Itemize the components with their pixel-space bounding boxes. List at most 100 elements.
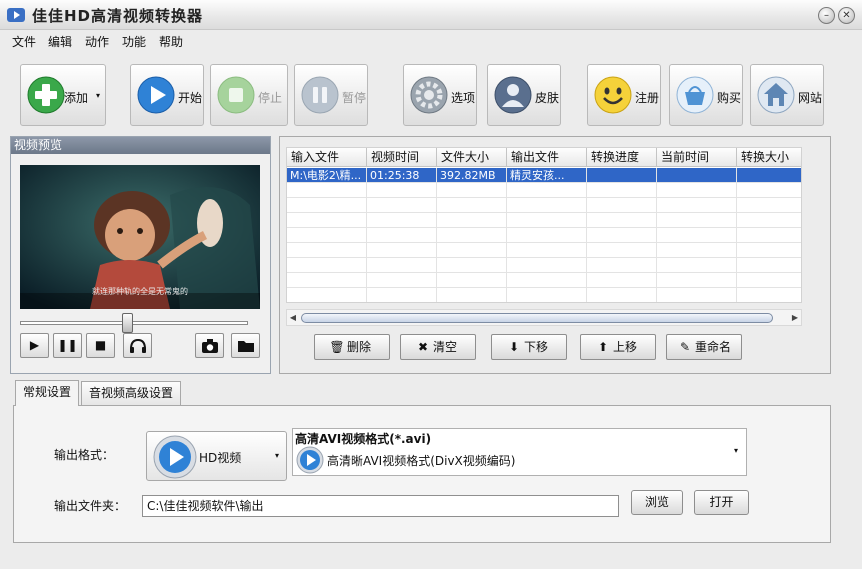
table-cell xyxy=(657,288,737,302)
table-cell xyxy=(367,258,437,273)
table-cell xyxy=(507,258,587,273)
start-button[interactable]: 开始 xyxy=(130,64,204,126)
snapshot-button[interactable] xyxy=(195,333,224,358)
table-cell xyxy=(287,183,367,198)
open-folder-button[interactable] xyxy=(231,333,260,358)
table-cell xyxy=(737,228,801,243)
column-header[interactable]: 当前时间 xyxy=(657,148,737,167)
stop-preview-button[interactable]: ■ xyxy=(86,333,115,358)
video-preview-panel: 视频预览 就连那种轨的全是无常鬼的 ▶ ❚❚ ■ xyxy=(10,136,271,374)
menu-file[interactable]: 文件 xyxy=(12,33,36,50)
seek-bar[interactable] xyxy=(20,321,248,325)
menu-function[interactable]: 功能 xyxy=(122,33,146,50)
table-cell xyxy=(437,258,507,273)
buy-button[interactable]: 购买 xyxy=(669,64,743,126)
window-title: 佳佳HD高清视频转换器 xyxy=(32,7,204,25)
gear-icon xyxy=(410,76,448,114)
table-cell xyxy=(737,168,801,183)
table-cell xyxy=(287,288,367,302)
format-title: 高清AVI视频格式(*.avi) xyxy=(295,432,432,446)
open-button[interactable]: 打开 xyxy=(694,490,749,515)
table-cell xyxy=(507,228,587,243)
format-detail-select[interactable]: 高清AVI视频格式(*.avi) 高清晰AVI视频格式(DivX视频编码) ▾ xyxy=(292,428,747,476)
stop-button[interactable]: 停止 xyxy=(210,64,288,126)
folder-icon xyxy=(237,341,254,352)
column-header[interactable]: 视频时间 xyxy=(367,148,437,167)
column-header[interactable]: 输入文件 xyxy=(287,148,367,167)
column-header[interactable]: 文件大小 xyxy=(437,148,507,167)
table-cell xyxy=(737,273,801,288)
stop-icon: ■ xyxy=(94,338,107,352)
table-cell xyxy=(367,198,437,213)
seek-thumb[interactable] xyxy=(121,313,133,333)
pause-icon: ❚❚ xyxy=(57,338,78,352)
options-button[interactable]: 选项 xyxy=(403,64,477,126)
horizontal-scrollbar[interactable]: ◀ ▶ xyxy=(286,309,802,326)
website-button[interactable]: 网站 xyxy=(750,64,824,126)
minimize-button[interactable]: – xyxy=(818,7,835,24)
table-cell xyxy=(657,213,737,228)
play-button[interactable]: ▶ xyxy=(20,333,49,358)
table-cell xyxy=(287,228,367,243)
move-up-button[interactable]: ⬆ 上移 xyxy=(580,334,656,360)
table-cell: 392.82MB xyxy=(437,168,507,183)
table-cell xyxy=(737,198,801,213)
video-screen[interactable]: 就连那种轨的全是无常鬼的 xyxy=(20,165,260,309)
table-row-empty xyxy=(287,198,801,213)
table-cell xyxy=(437,213,507,228)
scroll-right-icon[interactable]: ▶ xyxy=(789,310,801,325)
table-cell xyxy=(507,273,587,288)
file-table[interactable]: 输入文件 视频时间 文件大小 输出文件 转换进度 当前时间 转换大小 M:\电影… xyxy=(286,147,802,303)
table-cell xyxy=(287,258,367,273)
table-cell xyxy=(587,213,657,228)
tab-advanced-settings[interactable]: 音视频高级设置 xyxy=(81,381,181,405)
column-header[interactable]: 输出文件 xyxy=(507,148,587,167)
trash-icon: 🗑 xyxy=(329,340,345,354)
skin-button[interactable]: 皮肤 xyxy=(487,64,561,126)
table-cell xyxy=(657,273,737,288)
home-icon xyxy=(757,76,795,114)
register-button[interactable]: 注册 xyxy=(587,64,661,126)
chevron-down-icon: ▾ xyxy=(275,451,280,460)
video-frame-image: 就连那种轨的全是无常鬼的 xyxy=(20,165,260,309)
stop-icon xyxy=(217,76,255,114)
table-row-empty xyxy=(287,273,801,288)
add-button[interactable]: 添加 ▾ xyxy=(20,64,106,126)
pause-preview-button[interactable]: ❚❚ xyxy=(53,333,82,358)
chevron-down-icon: ▾ xyxy=(96,91,101,100)
app-icon xyxy=(7,8,25,22)
table-cell xyxy=(737,183,801,198)
table-cell xyxy=(367,273,437,288)
table-cell xyxy=(507,213,587,228)
table-cell xyxy=(507,183,587,198)
close-button[interactable]: ✕ xyxy=(838,7,855,24)
video-format-icon xyxy=(296,446,324,474)
pause-button[interactable]: 暂停 xyxy=(294,64,368,126)
rename-button[interactable]: ✎ 重命名 xyxy=(666,334,742,360)
menu-action[interactable]: 动作 xyxy=(85,33,109,50)
clear-button[interactable]: ✖ 清空 xyxy=(400,334,476,360)
menu-help[interactable]: 帮助 xyxy=(159,33,183,50)
table-cell xyxy=(737,213,801,228)
delete-button[interactable]: 🗑 删除 xyxy=(314,334,390,360)
scroll-left-icon[interactable]: ◀ xyxy=(287,310,299,325)
table-row[interactable]: M:\电影2\精... 01:25:38 392.82MB 精灵安孩... xyxy=(287,168,801,183)
table-cell xyxy=(287,198,367,213)
move-down-button[interactable]: ⬇ 下移 xyxy=(491,334,567,360)
format-category-select[interactable]: HD视频 ▾ xyxy=(146,431,287,481)
table-cell xyxy=(587,198,657,213)
audio-button[interactable] xyxy=(123,333,152,358)
scroll-thumb[interactable] xyxy=(301,313,773,323)
tab-general-settings[interactable]: 常规设置 xyxy=(15,380,79,406)
column-header[interactable]: 转换大小 xyxy=(737,148,801,167)
browse-button[interactable]: 浏览 xyxy=(631,490,683,515)
output-folder-input[interactable]: C:\佳佳视频软件\输出 xyxy=(142,495,619,517)
column-header[interactable]: 转换进度 xyxy=(587,148,657,167)
table-cell xyxy=(437,243,507,258)
table-cell xyxy=(657,228,737,243)
menu-edit[interactable]: 编辑 xyxy=(48,33,72,50)
arrow-up-icon: ⬆ xyxy=(597,340,609,354)
headphones-icon xyxy=(129,338,146,353)
table-cell: 01:25:38 xyxy=(367,168,437,183)
chevron-down-icon: ▾ xyxy=(734,446,739,455)
